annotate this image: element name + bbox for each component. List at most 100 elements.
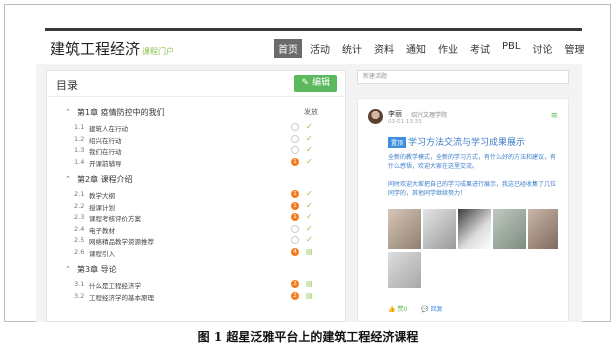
course-brand[interactable]: 建筑工程经济 课程门户 — [50, 38, 174, 59]
section-row[interactable]: 1.4 开课前辅导 1 ✓ — [47, 157, 345, 169]
photo-thumbnail[interactable] — [423, 209, 456, 249]
section-row[interactable]: 2.5 网络精品教学资源推荐 ✓ — [47, 235, 345, 247]
post-card: 李丽 绍兴文理学院 03-01 13:33 ≡ 置顶 学习方法交流与学习成果展示… — [357, 98, 569, 322]
section-row[interactable]: 2.4 电子教材 ✓ — [47, 224, 345, 236]
check-icon[interactable]: ✓ — [306, 212, 313, 222]
section-title[interactable]: 我们在行动 — [89, 146, 122, 156]
caret-up-icon[interactable]: ⌃ — [65, 108, 71, 116]
section-row[interactable]: 2.2 授课计划 1 ✓ — [47, 201, 345, 213]
edit-button[interactable]: ✎ 编辑 — [294, 75, 337, 92]
course-title: 建筑工程经济 — [50, 40, 141, 58]
section-row[interactable]: 1.2 绍兴在行动 ✓ — [47, 134, 345, 146]
nav-item[interactable]: 作业 — [434, 39, 462, 58]
status-circle-icon — [291, 123, 299, 131]
nav-item[interactable]: 管理 — [560, 39, 588, 58]
check-icon[interactable]: ✓ — [306, 235, 313, 245]
course-portal-label: 课程门户 — [142, 47, 175, 56]
main-nav: 首页 活动 统计 资料 通知 作业 考试 PBL 讨论 管理 — [274, 39, 588, 58]
section-number: 1.3 — [74, 146, 85, 154]
section-number: 2.4 — [74, 224, 85, 233]
photo-thumbnail[interactable] — [458, 209, 491, 249]
release-label[interactable]: 发放 — [304, 107, 318, 117]
photo-thumbnail[interactable] — [493, 209, 526, 249]
check-icon[interactable]: ✓ — [306, 189, 313, 199]
nav-item[interactable]: 首页 — [274, 39, 302, 58]
document-icon[interactable]: ▤ — [306, 291, 313, 301]
menu-icon[interactable]: ≡ — [550, 112, 558, 121]
section-title[interactable]: 电子教材 — [89, 225, 115, 235]
task-count-badge: 1 — [291, 213, 299, 221]
section-title[interactable]: 建筑人在行动 — [89, 123, 128, 133]
check-icon[interactable]: ✓ — [306, 201, 313, 211]
post-title[interactable]: 学习方法交流与学习成果展示 — [408, 135, 525, 148]
post-paragraph: 全新的教学模式，全新的学习方式，有什么好的方法和建议，有什么感悟，欢迎大家在这里… — [388, 154, 557, 170]
like-label: 赞0 — [397, 306, 408, 313]
section-title[interactable]: 什么是工程经济学 — [89, 280, 141, 290]
toc-title: 目录 — [56, 79, 78, 92]
new-topic-input[interactable]: 新建活题 — [357, 70, 569, 84]
nav-item[interactable]: 考试 — [466, 39, 494, 58]
nav-item[interactable]: 统计 — [338, 39, 366, 58]
edit-label: 编辑 — [311, 78, 330, 88]
check-icon[interactable]: ✓ — [306, 157, 313, 167]
section-title[interactable]: 工程经济学的基本原理 — [89, 292, 154, 302]
pinned-badge: 置顶 — [388, 137, 407, 148]
section-number: 1.2 — [74, 134, 85, 143]
pencil-icon: ✎ — [301, 78, 309, 88]
photo-thumbnail[interactable] — [388, 209, 421, 249]
nav-item[interactable]: PBL — [498, 39, 524, 58]
check-icon[interactable]: ✓ — [306, 134, 313, 144]
caret-up-icon[interactable]: ⌃ — [65, 175, 71, 183]
section-number: 2.2 — [74, 201, 85, 210]
caret-up-icon[interactable]: ⌃ — [65, 265, 71, 273]
nav-item[interactable]: 资料 — [370, 39, 398, 58]
toc-list: ⌃ 第1章 疫情防控中的我们 发放 1.1 建筑人在行动 ✓ 1.2 绍兴在行动 ✓ 1.3 我们在… — [47, 101, 345, 302]
section-title[interactable]: 授课计划 — [89, 202, 115, 212]
section-number: 2.6 — [74, 247, 85, 256]
post-time: 03-01 13:33 — [388, 119, 422, 125]
section-title[interactable]: 绍兴在行动 — [89, 135, 122, 145]
nav-item[interactable]: 活动 — [306, 39, 334, 58]
section-row[interactable]: 2.3 课程考核评价方案 1 ✓ — [47, 212, 345, 224]
chapter-row[interactable]: ⌃ 第3章 导论 — [47, 264, 345, 279]
section-title[interactable]: 开课前辅导 — [89, 158, 122, 168]
figure-caption: 图 1 超星泛雅平台上的建筑工程经济课程 — [197, 330, 419, 344]
reply-button[interactable]: 💬 回复 — [421, 306, 442, 313]
task-count-badge: 1 — [291, 157, 299, 166]
section-row[interactable]: 1.1 建筑人在行动 ✓ — [47, 122, 345, 134]
toc-header: 目录 ✎ 编辑 — [47, 71, 345, 97]
top-accent-bar — [45, 28, 582, 31]
document-icon[interactable]: ▤ — [306, 279, 313, 289]
nav-item[interactable]: 讨论 — [528, 39, 556, 58]
task-count-badge: 2 — [291, 280, 299, 288]
post-author[interactable]: 李丽 — [388, 109, 402, 119]
photo-thumbnail[interactable] — [388, 252, 421, 288]
avatar[interactable] — [368, 109, 383, 124]
task-count-badge: 1 — [291, 190, 299, 198]
like-button[interactable]: 👍 赞0 — [388, 306, 407, 313]
activity-panel: 新建活题 李丽 绍兴文理学院 03-01 13:33 ≡ 置顶 学习方法交流与学… — [357, 70, 569, 322]
section-row[interactable]: 3.1 什么是工程经济学 2 ▤ — [47, 279, 345, 291]
section-title[interactable]: 教学大纲 — [89, 190, 115, 200]
section-row[interactable]: 1.3 我们在行动 ✓ — [47, 145, 345, 157]
document-icon[interactable]: ▤ — [306, 247, 313, 257]
section-title[interactable]: 课程引入 — [89, 248, 115, 258]
section-title[interactable]: 课程考核评价方案 — [89, 213, 141, 223]
task-count-badge: 1 — [291, 201, 299, 210]
section-title[interactable]: 网络精品教学资源推荐 — [89, 236, 154, 246]
nav-item[interactable]: 通知 — [402, 39, 430, 58]
photo-thumbnail[interactable] — [528, 209, 558, 249]
post-body: 全新的教学模式，全新的学习方式，有什么好的方法和建议，有什么感悟，欢迎大家在这里… — [388, 153, 556, 198]
chapter-row[interactable]: ⌃ 第1章 疫情防控中的我们 发放 — [47, 107, 345, 122]
check-icon[interactable]: ✓ — [306, 145, 313, 155]
thumbs-up-icon: 👍 — [388, 306, 396, 313]
section-row[interactable]: 2.6 课程引入 4 ▤ — [47, 247, 345, 259]
section-row[interactable]: 2.1 教学大纲 1 ✓ — [47, 189, 345, 201]
chapter-title: 第3章 导论 — [77, 265, 117, 274]
section-number: 2.5 — [74, 236, 85, 244]
section-row[interactable]: 3.2 工程经济学的基本原理 2 ▤ — [47, 291, 345, 303]
check-icon[interactable]: ✓ — [306, 224, 313, 234]
chapter-row[interactable]: ⌃ 第2章 课程介绍 — [47, 174, 345, 189]
post-paragraph: 同时欢迎大家把自己的学习成果进行展示，我这已经收集了几位同学的，其他同学继续努力… — [388, 181, 557, 197]
check-icon[interactable]: ✓ — [306, 122, 313, 132]
